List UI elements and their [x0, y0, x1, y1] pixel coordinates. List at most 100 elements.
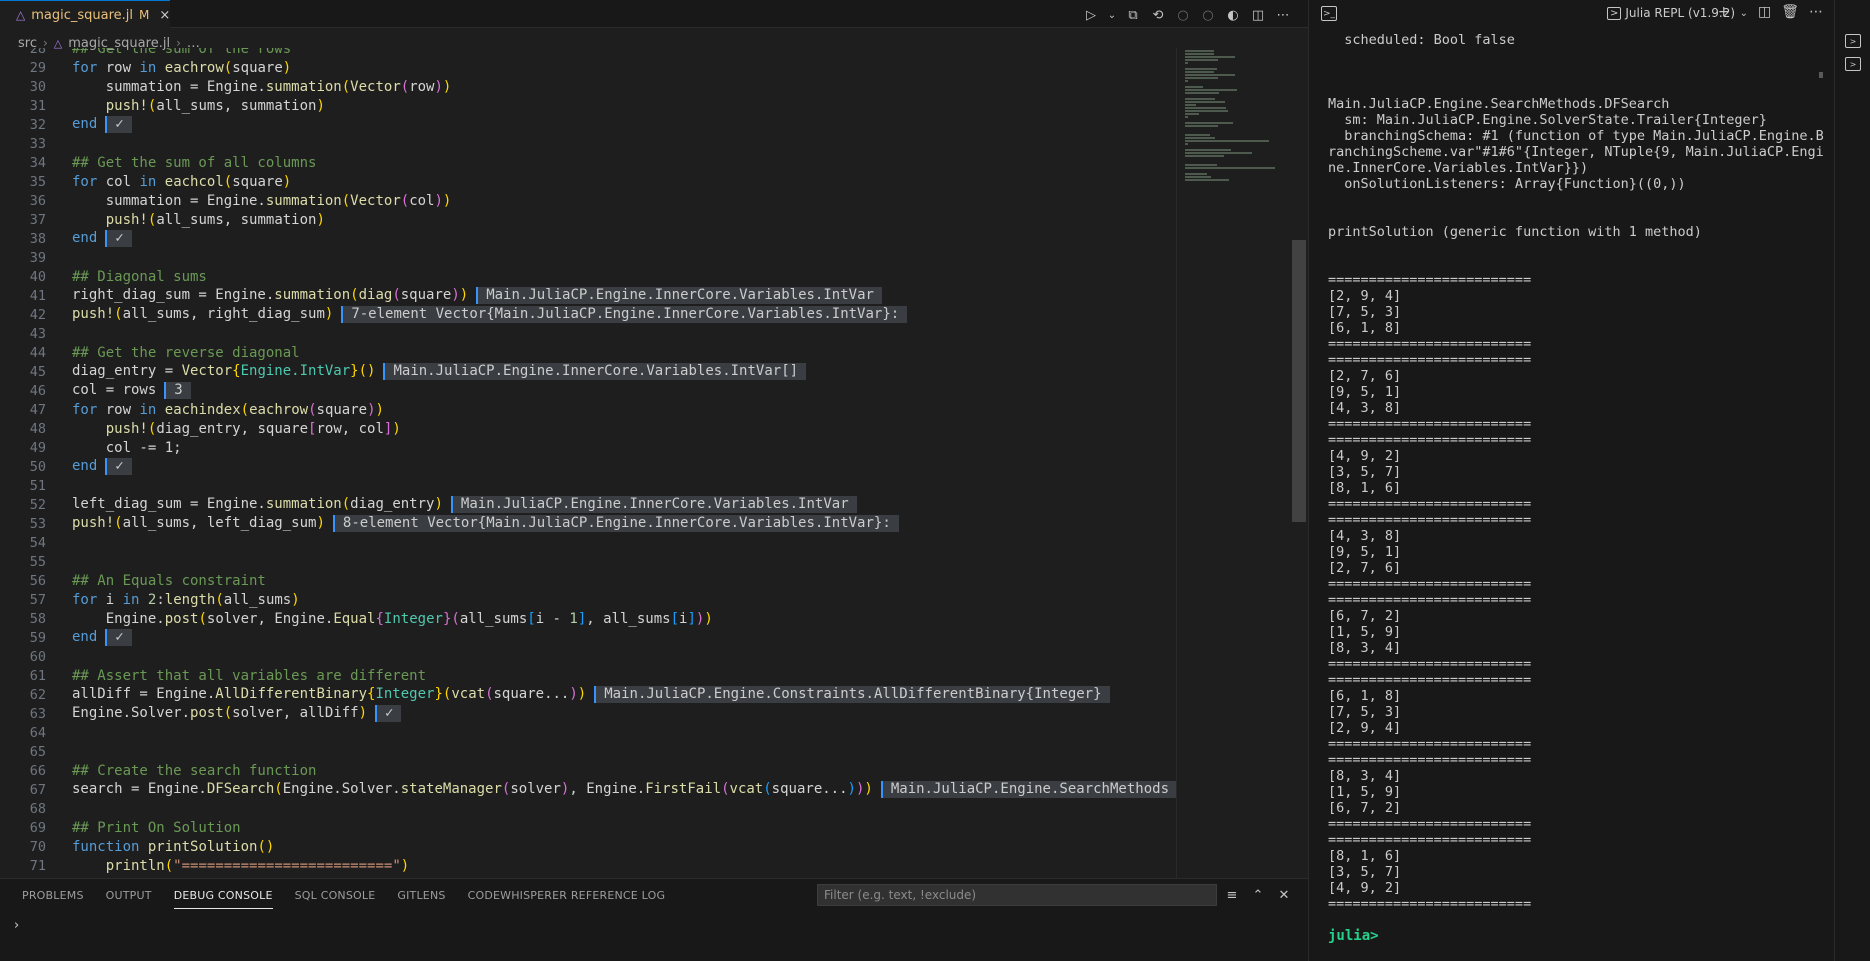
repl-prompt[interactable]: julia>: [1328, 928, 1379, 944]
revert-icon[interactable]: ⟲: [1149, 5, 1167, 25]
panel-header: PROBLEMS OUTPUT DEBUG CONSOLE SQL CONSOL…: [0, 878, 1308, 912]
terminal-icon[interactable]: >: [1845, 34, 1861, 48]
code-line[interactable]: 55: [0, 552, 1176, 571]
code-line[interactable]: 69 ## Print On Solution: [0, 818, 1176, 837]
code-line[interactable]: 35 for col in eachcol(square): [0, 172, 1176, 191]
inline-result[interactable]: Main.JuliaCP.Engine.InnerCore.Variables.…: [383, 363, 807, 380]
minimap-line: [1185, 74, 1235, 76]
code-line[interactable]: 53 push!(all_sums, left_diag_sum) 8-elemen…: [0, 514, 1176, 533]
code-line[interactable]: 30 summation = Engine.summation(Vector(r…: [0, 77, 1176, 96]
trash-icon[interactable]: 🗑: [1781, 4, 1799, 24]
code-line[interactable]: 47 for row in eachindex(eachrow(square)): [0, 400, 1176, 419]
tab-output[interactable]: OUTPUT: [106, 879, 152, 913]
terminal-icon[interactable]: >_: [1321, 6, 1337, 21]
code-line[interactable]: 42 push!(all_sums, right_diag_sum) 7-eleme…: [0, 305, 1176, 324]
code-line[interactable]: 28 ## Get the sum of the rows: [0, 48, 1176, 58]
julia-repl-pane: >_ > Julia REPL (v1.9.2) + ⌄ ◫ 🗑 ⋯ sched…: [1308, 0, 1834, 961]
next-change-icon[interactable]: ○: [1199, 5, 1217, 25]
tab-gitlens[interactable]: GITLENS: [397, 879, 445, 913]
code-line[interactable]: 61 ## Assert that all variables are diffe…: [0, 666, 1176, 685]
code-line[interactable]: 54: [0, 533, 1176, 552]
julia-icon[interactable]: ◐: [1224, 5, 1242, 25]
code-line[interactable]: 45 diag_entry = Vector{Engine.IntVar}() Ma…: [0, 362, 1176, 381]
split-editor-icon[interactable]: ◫: [1249, 5, 1267, 25]
code-line[interactable]: 63 Engine.Solver.post(solver, allDiff) ✓: [0, 704, 1176, 723]
repl-title[interactable]: > Julia REPL (v1.9.2): [1607, 6, 1735, 20]
code-line[interactable]: 52 left_diag_sum = Engine.summation(diag_…: [0, 495, 1176, 514]
run-icon[interactable]: ▷: [1082, 5, 1100, 25]
code-line[interactable]: 43: [0, 324, 1176, 343]
debug-console-body[interactable]: ›: [0, 912, 1308, 961]
chevron-down-icon[interactable]: ⌄: [1740, 4, 1748, 24]
inline-result[interactable]: Main.JuliaCP.Engine.InnerCore.Variables.…: [476, 287, 882, 304]
repl-output-line: [1328, 192, 1828, 208]
minimap[interactable]: [1176, 48, 1292, 878]
code-line[interactable]: 56 ## An Equals constraint: [0, 571, 1176, 590]
code-line[interactable]: 60: [0, 647, 1176, 666]
code-line[interactable]: 62 allDiff = Engine.AllDifferentBinary{In…: [0, 685, 1176, 704]
code-line[interactable]: 41 right_diag_sum = Engine.summation(diag…: [0, 286, 1176, 305]
maximize-panel-icon[interactable]: ⌃: [1249, 886, 1267, 904]
inline-result[interactable]: Main.JuliaCP.Engine.Constraints.AllDiffe…: [594, 686, 1110, 703]
code-line[interactable]: 66 ## Create the search function: [0, 761, 1176, 780]
compare-icon[interactable]: ⧉: [1124, 5, 1142, 25]
code-line[interactable]: 64: [0, 723, 1176, 742]
more-actions-icon[interactable]: ⋯: [1809, 4, 1823, 24]
inline-result[interactable]: ✓: [105, 116, 132, 133]
inline-result[interactable]: ✓: [105, 458, 132, 475]
code-line[interactable]: 40 ## Diagonal sums: [0, 267, 1176, 286]
filter-input[interactable]: [817, 884, 1217, 906]
more-actions-icon[interactable]: ⋯: [1274, 5, 1292, 25]
inline-result[interactable]: 8-element Vector{Main.JuliaCP.Engine.Inn…: [332, 515, 899, 532]
close-icon[interactable]: ×: [159, 8, 170, 23]
tab-magic-square[interactable]: △ magic_square.jl M ×: [0, 0, 170, 29]
code-line[interactable]: 67 search = Engine.DFSearch(Engine.Solver…: [0, 780, 1176, 799]
clear-console-icon[interactable]: ≡: [1223, 886, 1241, 904]
code-line[interactable]: 32 end ✓: [0, 115, 1176, 134]
code-line[interactable]: 34 ## Get the sum of all columns: [0, 153, 1176, 172]
inline-result[interactable]: ✓: [105, 230, 132, 247]
scrollbar-thumb[interactable]: [1292, 240, 1306, 522]
close-panel-icon[interactable]: ✕: [1275, 886, 1293, 904]
tab-debug-console[interactable]: DEBUG CONSOLE: [173, 879, 273, 913]
code-line[interactable]: 50 end ✓: [0, 457, 1176, 476]
previous-change-icon[interactable]: ○: [1174, 5, 1192, 25]
code-line[interactable]: 48 push!(diag_entry, square[row, col]): [0, 419, 1176, 438]
inline-result[interactable]: 3: [164, 382, 191, 399]
code-area[interactable]: 28 ## Get the sum of the rows 29 for row in…: [0, 48, 1176, 876]
add-terminal-icon[interactable]: +: [1718, 4, 1730, 24]
code-line[interactable]: 58 Engine.post(solver, Engine.Equal{Inte…: [0, 609, 1176, 628]
inline-result[interactable]: ✓: [375, 705, 402, 722]
minimap-line: [1185, 92, 1220, 94]
inline-result[interactable]: Main.JuliaCP.Engine.SearchMethods: [880, 781, 1176, 798]
inline-result[interactable]: Main.JuliaCP.Engine.InnerCore.Variables.…: [450, 496, 857, 513]
code-line[interactable]: 49 col -= 1;: [0, 438, 1176, 457]
code-line[interactable]: 71 println("========================="): [0, 856, 1176, 875]
code-line[interactable]: 39: [0, 248, 1176, 267]
tab-sql-console[interactable]: SQL CONSOLE: [295, 879, 376, 913]
code-line[interactable]: 31 push!(all_sums, summation): [0, 96, 1176, 115]
tab-problems[interactable]: PROBLEMS: [22, 879, 84, 913]
tab-codewhisperer-reference-log[interactable]: CODEWHISPERER REFERENCE LOG: [468, 879, 666, 913]
code-line[interactable]: 38 end ✓: [0, 229, 1176, 248]
repl-output-line: [6, 1, 8]: [1328, 688, 1402, 704]
code-line[interactable]: 65: [0, 742, 1176, 761]
split-terminal-icon[interactable]: ◫: [1758, 4, 1771, 24]
code-line[interactable]: 44 ## Get the reverse diagonal: [0, 343, 1176, 362]
line-number: 48: [29, 420, 46, 437]
code-line[interactable]: 59 end ✓: [0, 628, 1176, 647]
code-line[interactable]: 68: [0, 799, 1176, 818]
inline-result[interactable]: ✓: [105, 629, 132, 646]
code-line[interactable]: 57 for i in 2:length(all_sums): [0, 590, 1176, 609]
code-line[interactable]: 29 for row in eachrow(square): [0, 58, 1176, 77]
code-line[interactable]: 33: [0, 134, 1176, 153]
code-line[interactable]: 51: [0, 476, 1176, 495]
code-line[interactable]: 37 push!(all_sums, summation): [0, 210, 1176, 229]
chevron-down-icon[interactable]: ⌄: [1107, 5, 1117, 25]
code-line[interactable]: 46 col = rows 3: [0, 381, 1176, 400]
line-number: 71: [29, 857, 46, 874]
terminal-icon[interactable]: >: [1845, 57, 1861, 71]
code-line[interactable]: 70 function printSolution(): [0, 837, 1176, 856]
inline-result[interactable]: 7-element Vector{Main.JuliaCP.Engine.Inn…: [341, 306, 908, 323]
code-line[interactable]: 36 summation = Engine.summation(Vector(c…: [0, 191, 1176, 210]
